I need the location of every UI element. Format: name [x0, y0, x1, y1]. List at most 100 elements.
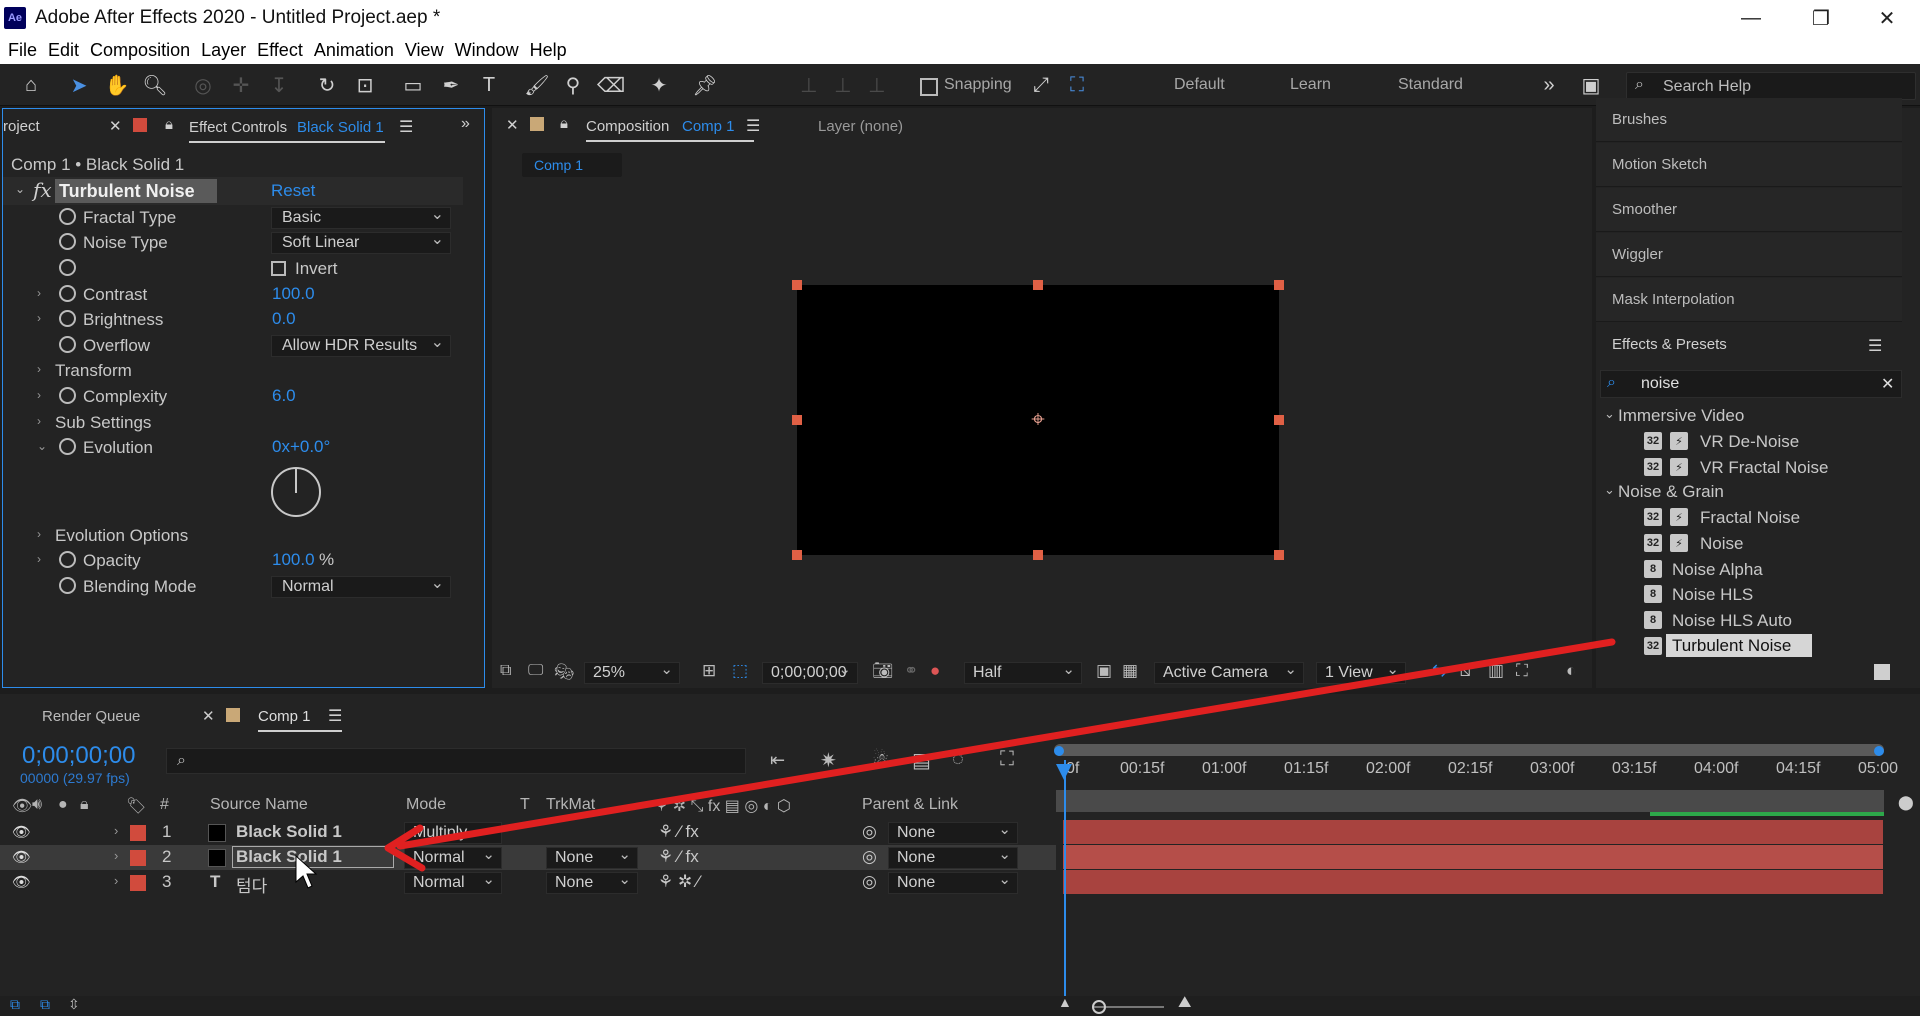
fast-previews-icon[interactable]: ▣	[1096, 661, 1112, 681]
timeline-search-field[interactable]: ⌕	[166, 748, 746, 774]
layer-mode-dropdown[interactable]: Normal	[404, 870, 502, 894]
transform-handle[interactable]	[1274, 550, 1284, 560]
current-time-field[interactable]: 0;00;00;00	[762, 660, 858, 684]
blending-mode-dropdown[interactable]: Normal	[271, 574, 451, 598]
grid-guides-icon[interactable]: ⊞	[702, 661, 716, 681]
rectangle-tool-icon[interactable]: ▭	[400, 72, 426, 98]
expand-panels-icon[interactable]: »	[461, 115, 470, 133]
effect-fractal-noise[interactable]: Fractal Noise	[1700, 508, 1800, 528]
layer-switches[interactable]: ⚘ ✲ ⁄	[658, 872, 700, 892]
expand-arrow-icon[interactable]: ›	[37, 527, 41, 541]
layer-row-2[interactable]: 👁︎ › 2 Black Solid 1 Normal None ⚘ ⁄ fx …	[0, 845, 1056, 870]
layer-switches[interactable]: ⚘ ⁄ fx	[658, 822, 699, 842]
frame-blending-icon[interactable]: ▤	[912, 748, 931, 773]
transform-handle[interactable]	[792, 280, 802, 290]
panel-mask-interpolation[interactable]: Mask Interpolation	[1596, 278, 1902, 322]
workspace-learn[interactable]: Learn	[1290, 76, 1331, 94]
layer-mode-dropdown[interactable]: Normal	[404, 845, 502, 869]
toggle-in-out-icon[interactable]: ⇳	[68, 996, 80, 1013]
parent-pickwhip-icon[interactable]: ◎	[862, 822, 877, 842]
expand-arrow-icon[interactable]: ›	[37, 311, 41, 325]
tab-timeline-comp[interactable]: Comp 1	[258, 708, 311, 725]
menu-effect[interactable]: Effect	[257, 40, 303, 61]
column-trkmat[interactable]: TrkMat	[546, 796, 595, 814]
effect-noise-hls[interactable]: Noise HLS	[1672, 585, 1753, 605]
timeline-icon[interactable]: ▥	[1488, 661, 1504, 681]
effects-presets-title[interactable]: Effects & Presets	[1612, 336, 1727, 353]
stopwatch-icon[interactable]	[59, 259, 76, 276]
shy-layers-icon[interactable]: ☃	[872, 748, 890, 773]
stopwatch-icon[interactable]	[59, 438, 76, 455]
fractal-type-dropdown[interactable]: Basic	[271, 205, 451, 229]
home-icon[interactable]: ⌂	[18, 72, 44, 98]
region-of-interest-icon[interactable]: ⬚	[732, 661, 748, 681]
effects-search-field[interactable]: ⌕ noise ✕	[1600, 370, 1902, 398]
transform-handle[interactable]	[1274, 415, 1284, 425]
zoom-tool-icon[interactable]: 🔍︎	[142, 72, 168, 98]
flowchart-icon[interactable]: ⛶	[1516, 661, 1528, 681]
menu-help[interactable]: Help	[530, 40, 567, 61]
local-axis-icon[interactable]: ⊥	[796, 72, 822, 98]
graph-editor-icon[interactable]: ⛶	[1000, 748, 1014, 771]
prop-transform[interactable]: › Transform	[3, 358, 463, 384]
orbit-camera-icon[interactable]: ◎	[190, 72, 216, 98]
comp-flowchart-chip[interactable]: Comp 1	[522, 153, 622, 177]
hand-tool-icon[interactable]: ✋	[104, 72, 130, 98]
channel-color-icon[interactable]: ●	[930, 661, 940, 681]
exposure-icon[interactable]: ◐	[1566, 661, 1576, 681]
panel-menu-icon[interactable]: ☰	[746, 116, 760, 136]
transparency-grid-icon[interactable]: ▦	[1122, 661, 1138, 681]
zoom-in-mountain-icon[interactable]: ⛰	[1178, 994, 1191, 1012]
layer-name[interactable]: Black Solid 1	[236, 822, 342, 842]
toggle-pixel-aspect-icon[interactable]: ⇆	[1432, 661, 1446, 681]
expand-arrow-icon[interactable]: ›	[37, 286, 41, 300]
parent-dropdown[interactable]: None	[888, 870, 1018, 894]
noise-type-dropdown[interactable]: Soft Linear	[271, 230, 451, 254]
prop-sub-settings[interactable]: › Sub Settings	[3, 410, 463, 436]
panel-brushes[interactable]: Brushes	[1596, 98, 1902, 142]
restore-button[interactable]: ❐	[1786, 0, 1856, 36]
panel-menu-icon[interactable]: ☰	[328, 706, 342, 726]
clear-search-icon[interactable]: ✕	[1881, 374, 1894, 394]
eye-icon[interactable]: 👁︎	[12, 823, 31, 841]
transform-handle[interactable]	[1033, 550, 1043, 560]
expand-arrow-icon[interactable]: ›	[37, 388, 41, 402]
opacity-value[interactable]: 100.0	[272, 550, 315, 570]
lock-icon[interactable]: 🔒︎	[165, 116, 173, 133]
tab-project[interactable]: roject	[3, 118, 40, 135]
expand-arrow-icon[interactable]: ›	[37, 414, 41, 428]
fx-icon[interactable]: fx	[33, 178, 52, 202]
panel-wiggler[interactable]: Wiggler	[1596, 233, 1902, 277]
expand-arrow-icon[interactable]: ›	[114, 848, 118, 863]
zoom-out-mountain-icon[interactable]: ▲	[1058, 994, 1072, 1010]
expand-arrow-icon[interactable]: ›	[37, 362, 41, 376]
menu-view[interactable]: View	[405, 40, 444, 61]
effect-noise[interactable]: Noise	[1700, 534, 1743, 554]
snap-option-icon[interactable]: ⤢	[1028, 72, 1054, 98]
layer-name[interactable]: 텀다	[236, 872, 267, 897]
overflow-dropdown[interactable]: Allow HDR Results	[271, 333, 451, 357]
parent-pickwhip-icon[interactable]: ◎	[862, 847, 877, 867]
snap-features-icon[interactable]: ⛶	[1064, 72, 1090, 98]
rotate-tool-icon[interactable]: ↻	[314, 72, 340, 98]
expand-arrow-icon[interactable]: ›	[37, 552, 41, 566]
mask-visibility-icon[interactable]: 🎭︎	[554, 662, 574, 682]
pen-tool-icon[interactable]: ✒	[438, 72, 464, 98]
eraser-tool-icon[interactable]: ⌫	[597, 72, 625, 98]
effect-header-row[interactable]: ⌄ fx Turbulent Noise Reset	[3, 177, 463, 205]
complexity-value[interactable]: 6.0	[272, 386, 296, 406]
toggle-transfer-controls-icon[interactable]: ⧉	[40, 996, 50, 1013]
column-mode[interactable]: Mode	[406, 796, 446, 814]
layer-duration-bar[interactable]	[1063, 845, 1883, 869]
tab-composition[interactable]: Composition	[586, 118, 669, 135]
search-help-field[interactable]: ⌕ Search Help	[1626, 72, 1916, 100]
menu-layer[interactable]: Layer	[201, 40, 246, 61]
label-color-swatch[interactable]	[130, 825, 146, 841]
stopwatch-icon[interactable]	[59, 551, 76, 568]
camera-view-dropdown[interactable]: Active Camera	[1154, 660, 1304, 684]
clone-stamp-tool-icon[interactable]: ⚲	[560, 72, 586, 98]
effect-noise-alpha[interactable]: Noise Alpha	[1672, 560, 1763, 580]
layer-duration-bar[interactable]	[1063, 870, 1883, 894]
column-source-name[interactable]: Source Name	[210, 796, 308, 814]
layer-row-1[interactable]: 👁︎ › 1 Black Solid 1 Multiply ⚘ ⁄ fx ◎ N…	[0, 820, 1056, 845]
